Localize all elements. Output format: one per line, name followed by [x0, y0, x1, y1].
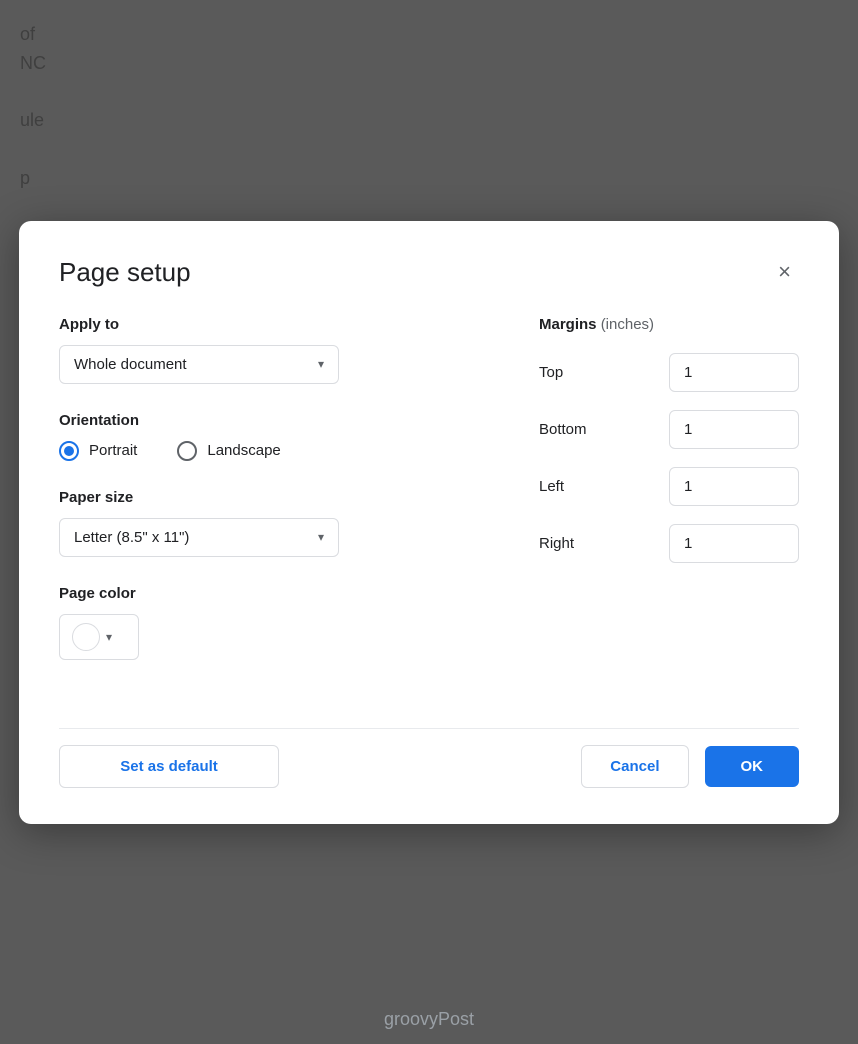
page-setup-dialog: Page setup × Apply to Whole document ▾ O… [19, 221, 839, 824]
orientation-section: Orientation Portrait Landscape [59, 412, 479, 461]
close-button[interactable]: × [770, 257, 799, 287]
margin-top-input[interactable] [669, 353, 799, 392]
landscape-label: Landscape [207, 442, 280, 459]
set-as-default-button[interactable]: Set as default [59, 745, 279, 788]
margins-label: Margins [539, 316, 597, 333]
color-picker-arrow-icon: ▾ [106, 630, 112, 644]
paper-size-arrow-icon: ▾ [318, 530, 324, 544]
dialog-header: Page setup × [59, 257, 799, 288]
margin-top-row: Top [539, 353, 799, 392]
margin-left-row: Left [539, 467, 799, 506]
margin-top-label: Top [539, 364, 599, 381]
dialog-body: Apply to Whole document ▾ Orientation Po… [59, 316, 799, 688]
color-swatch [72, 623, 100, 651]
paper-size-select[interactable]: Letter (8.5" x 11") ▾ [59, 518, 339, 557]
page-color-picker[interactable]: ▾ [59, 614, 139, 660]
apply-to-label: Apply to [59, 316, 479, 333]
portrait-radio[interactable] [59, 441, 79, 461]
paper-size-value: Letter (8.5" x 11") [74, 529, 189, 546]
portrait-label: Portrait [89, 442, 137, 459]
dialog-footer: Set as default Cancel OK [59, 728, 799, 788]
orientation-radio-group: Portrait Landscape [59, 441, 479, 461]
margin-right-row: Right [539, 524, 799, 563]
paper-size-section: Paper size Letter (8.5" x 11") ▾ [59, 489, 479, 557]
margin-bottom-label: Bottom [539, 421, 599, 438]
ok-button[interactable]: OK [705, 746, 800, 787]
margins-unit: (inches) [601, 316, 654, 333]
landscape-radio[interactable] [177, 441, 197, 461]
dialog-title: Page setup [59, 257, 191, 288]
page-color-section: Page color ▾ [59, 585, 479, 660]
left-column: Apply to Whole document ▾ Orientation Po… [59, 316, 479, 688]
apply-to-arrow-icon: ▾ [318, 357, 324, 371]
margin-left-input[interactable] [669, 467, 799, 506]
apply-to-value: Whole document [74, 356, 187, 373]
paper-size-label: Paper size [59, 489, 479, 506]
margin-bottom-input[interactable] [669, 410, 799, 449]
margin-right-input[interactable] [669, 524, 799, 563]
margin-right-label: Right [539, 535, 599, 552]
margin-left-label: Left [539, 478, 599, 495]
margin-bottom-row: Bottom [539, 410, 799, 449]
margins-header: Margins (inches) [539, 316, 799, 333]
right-column: Margins (inches) Top Bottom Left Right [539, 316, 799, 688]
landscape-option[interactable]: Landscape [177, 441, 280, 461]
portrait-option[interactable]: Portrait [59, 441, 137, 461]
cancel-button[interactable]: Cancel [581, 745, 688, 788]
apply-to-select[interactable]: Whole document ▾ [59, 345, 339, 384]
orientation-label: Orientation [59, 412, 479, 429]
page-color-label: Page color [59, 585, 479, 602]
